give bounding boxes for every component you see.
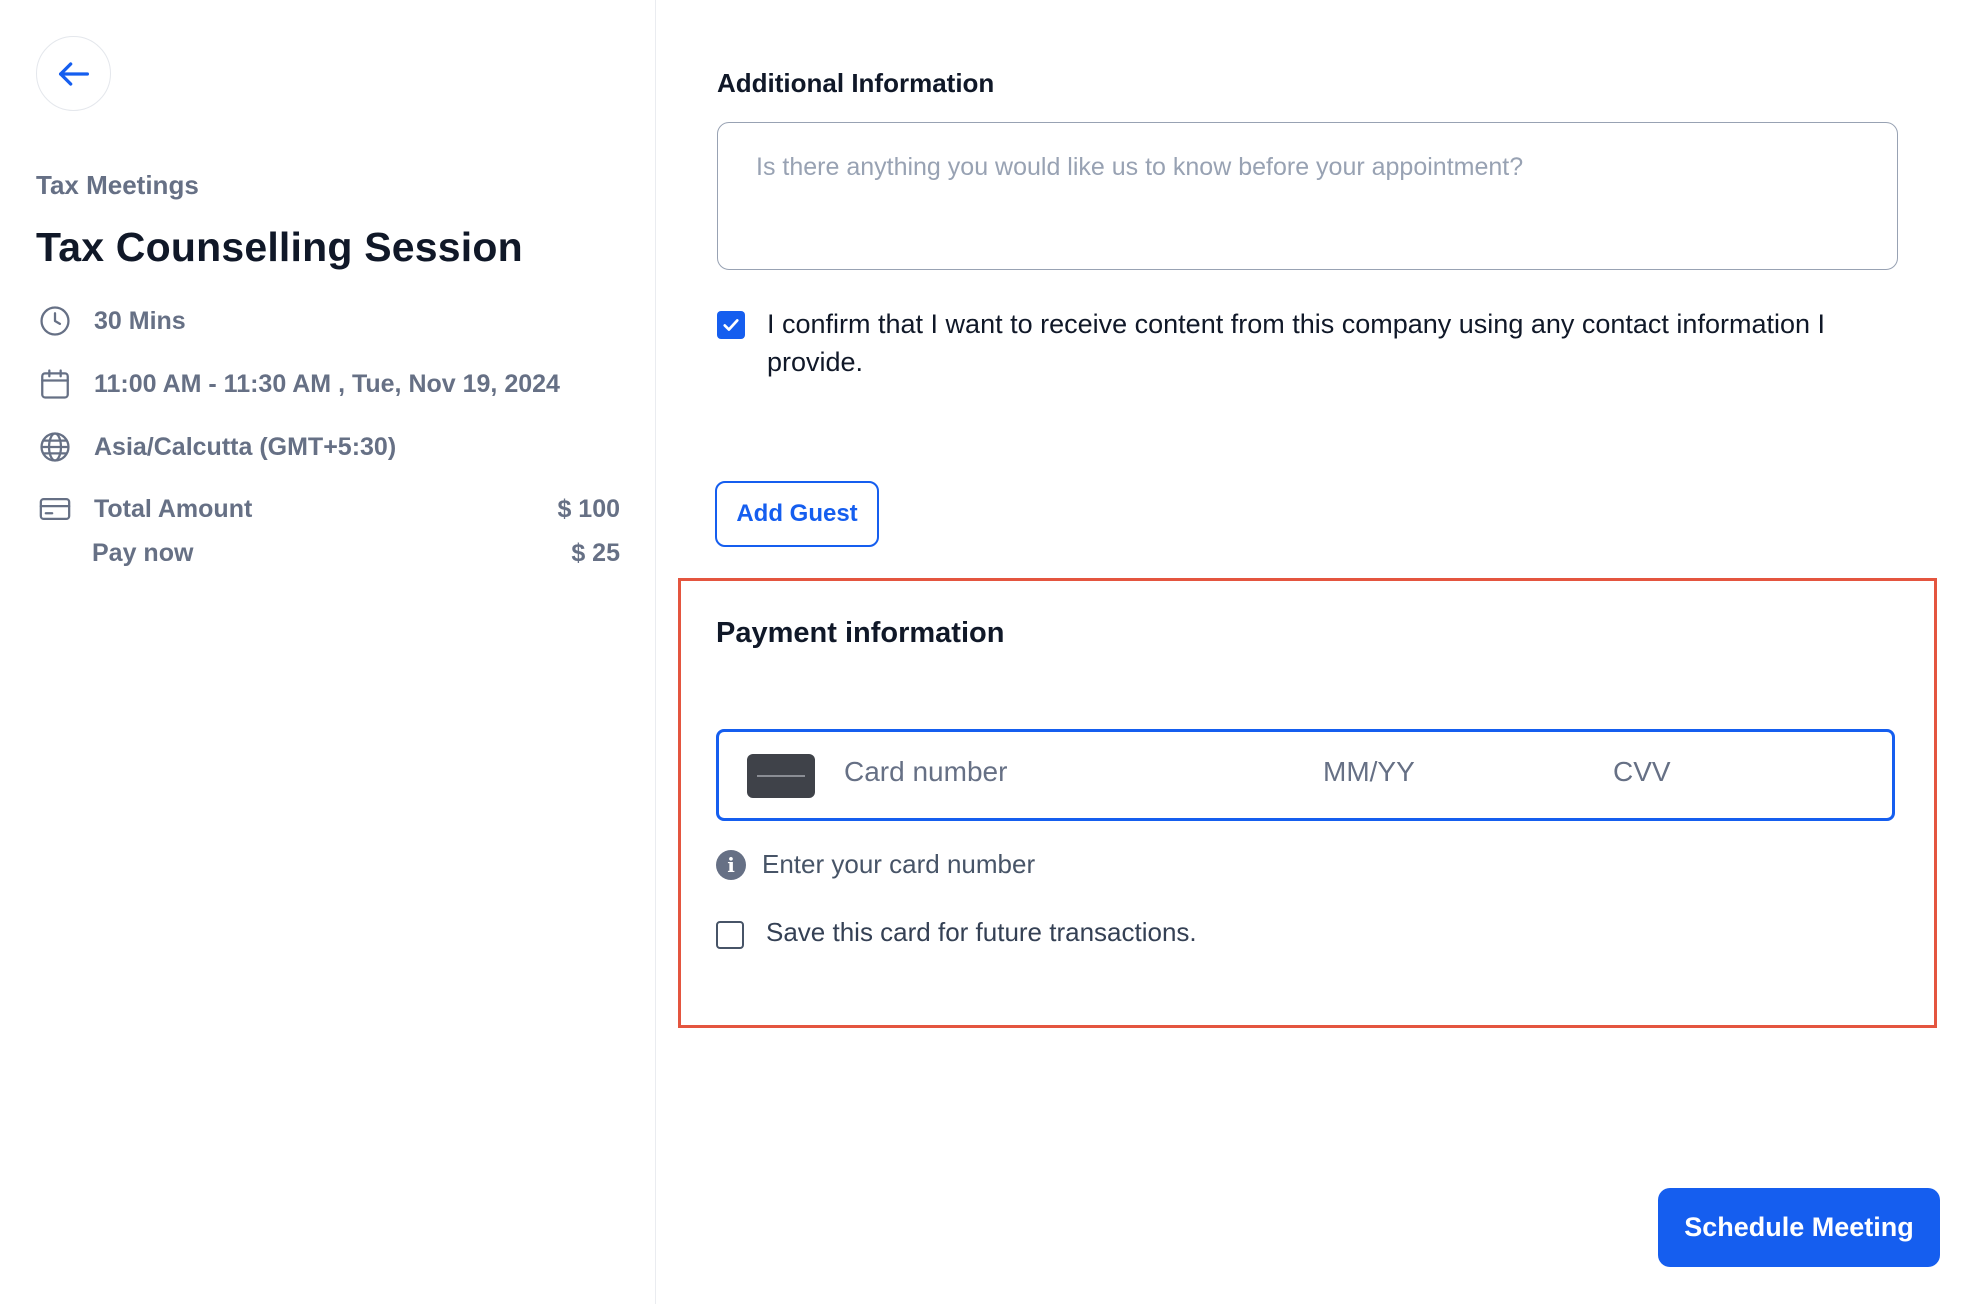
globe-icon <box>36 428 74 466</box>
credit-card-icon <box>36 490 74 528</box>
duration-text: 30 Mins <box>94 306 186 335</box>
card-cvv-input[interactable]: CVV <box>1613 756 1671 788</box>
additional-info-input[interactable] <box>717 122 1898 270</box>
credit-card-icon <box>747 754 815 798</box>
card-expiry-input[interactable]: MM/YY <box>1323 756 1415 788</box>
consent-row: I confirm that I want to receive content… <box>717 305 1897 381</box>
card-number-input[interactable]: Card number <box>844 756 1007 788</box>
total-amount-value: $ 100 <box>557 494 620 523</box>
card-hint: i Enter your card number <box>716 849 1035 880</box>
pay-now-label: Pay now <box>92 538 194 567</box>
total-amount-label: Total Amount <box>94 494 253 523</box>
pay-now-row: Pay now $ 25 <box>92 535 620 571</box>
check-icon <box>723 319 739 331</box>
timezone-text: Asia/Calcutta (GMT+5:30) <box>94 432 397 461</box>
datetime-text: 11:00 AM - 11:30 AM , Tue, Nov 19, 2024 <box>94 369 560 398</box>
consent-text: I confirm that I want to receive content… <box>767 309 1825 377</box>
save-card-row: Save this card for future transactions. <box>716 915 1197 949</box>
save-card-checkbox[interactable] <box>716 921 744 949</box>
save-card-label: Save this card for future transactions. <box>766 916 1197 947</box>
add-guest-button[interactable]: Add Guest <box>715 481 879 547</box>
card-input-field[interactable]: Card number MM/YY CVV <box>716 729 1895 821</box>
payment-section: Payment information Card number MM/YY CV… <box>678 578 1937 1028</box>
clock-icon <box>36 302 74 340</box>
consent-checkbox[interactable] <box>717 311 745 339</box>
event-title: Tax Counselling Session <box>36 224 523 270</box>
calendar-icon <box>36 365 74 403</box>
timezone-row: Asia/Calcutta (GMT+5:30) <box>36 427 396 467</box>
calendar-name: Tax Meetings <box>36 170 199 200</box>
pay-now-value: $ 25 <box>571 538 620 567</box>
back-button[interactable] <box>36 36 111 111</box>
total-amount-row: Total Amount $ 100 <box>36 489 620 529</box>
event-summary-panel: Tax Meetings Tax Counselling Session 30 … <box>0 0 656 1304</box>
info-icon: i <box>716 849 746 880</box>
card-hint-text: Enter your card number <box>762 849 1036 879</box>
arrow-left-icon <box>58 61 89 86</box>
duration-row: 30 Mins <box>36 301 186 341</box>
schedule-meeting-button[interactable]: Schedule Meeting <box>1658 1188 1940 1267</box>
additional-info-label: Additional Information <box>717 68 995 98</box>
datetime-row: 11:00 AM - 11:30 AM , Tue, Nov 19, 2024 <box>36 364 560 404</box>
payment-title: Payment information <box>716 617 1005 649</box>
